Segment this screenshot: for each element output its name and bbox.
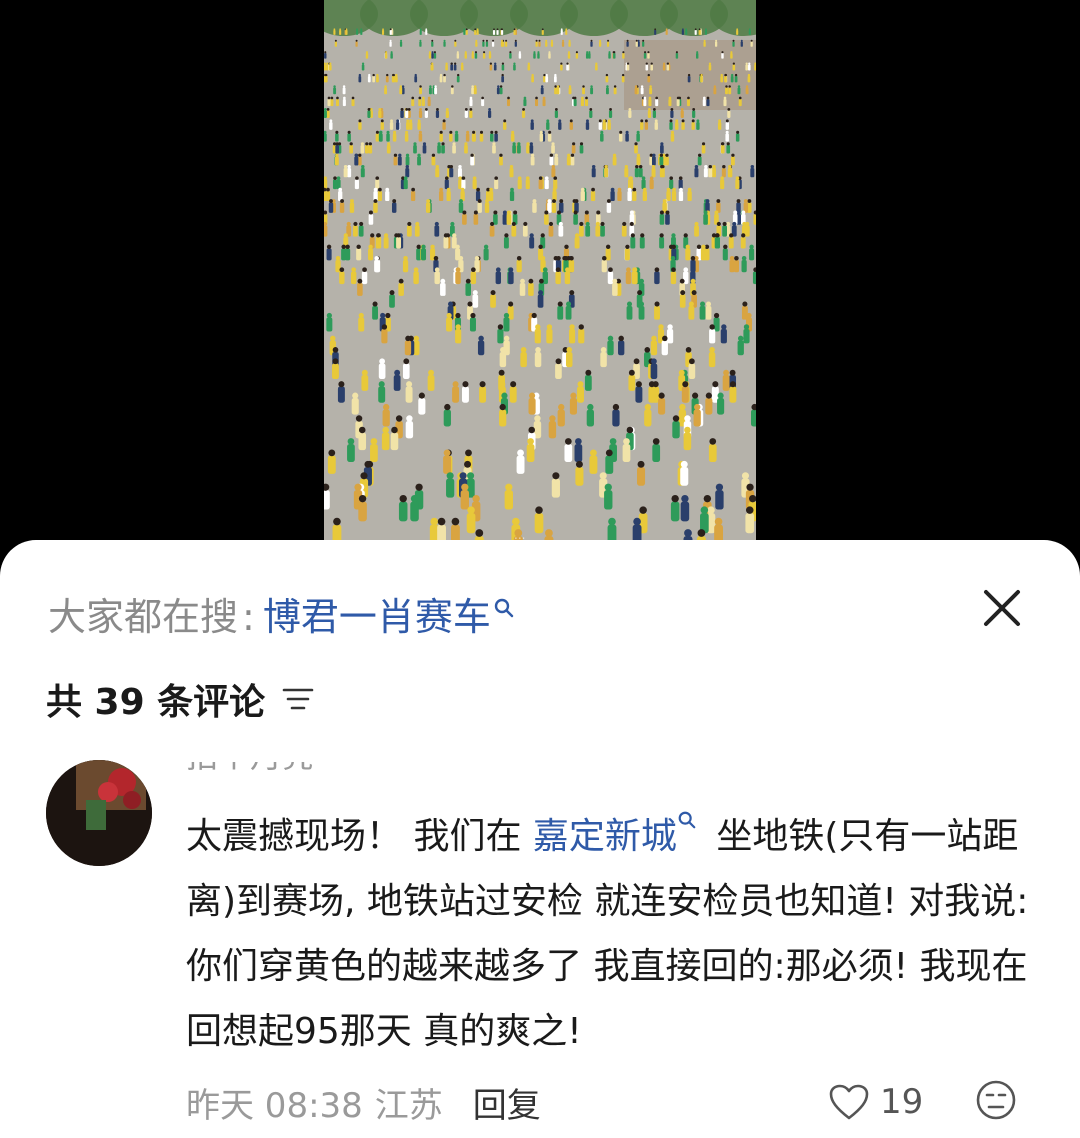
sort-icon[interactable] — [281, 684, 315, 714]
avatar-image — [46, 760, 152, 866]
trending-search-prefix: 大家都在搜 — [48, 595, 239, 639]
scroll-clip-mask — [150, 718, 950, 762]
crowd-image — [324, 0, 756, 560]
avatar[interactable] — [46, 760, 152, 866]
comment-sheet: 大家都在搜 : 博君一肖赛车 共 39 条评论 拍个月亮 — [0, 540, 1080, 1138]
comment-item: 拍个月亮 太震撼现场！ 我们在 嘉定新城 坐地铁(只有一站距离)到赛场, 地铁站… — [0, 718, 1080, 1138]
trending-search-separator: : — [242, 595, 255, 639]
comment-location: 江苏 — [374, 1085, 443, 1126]
video-frame[interactable]: ... — [324, 0, 756, 560]
trending-search-term[interactable]: 博君一肖赛车 — [263, 592, 491, 642]
comment-text: 太震撼现场！ 我们在 嘉定新城 坐地铁(只有一站距离)到赛场, 地铁站过安检 就… — [186, 804, 1046, 1064]
reply-button[interactable]: 回复 — [473, 1078, 541, 1127]
comment-meta: 昨天 08:38 江苏 回复 — [186, 1078, 541, 1127]
comment-text-start: 太震撼现场！ 我们在 — [186, 816, 533, 857]
emoji-reaction-icon[interactable] — [974, 1078, 1018, 1122]
comments-count-row: 共 39 条评论 — [46, 674, 315, 724]
like-count: 19 — [880, 1082, 924, 1122]
comment-mention-link[interactable]: 嘉定新城 — [533, 816, 677, 857]
trending-search-row[interactable]: 大家都在搜 : 博君一肖赛车 — [48, 592, 515, 642]
comment-time: 昨天 08:38 — [186, 1085, 363, 1126]
close-icon[interactable] — [978, 584, 1026, 632]
search-icon — [494, 598, 514, 618]
heart-icon — [829, 1084, 869, 1120]
like-button[interactable]: 19 — [828, 1080, 923, 1124]
search-icon — [678, 811, 696, 829]
